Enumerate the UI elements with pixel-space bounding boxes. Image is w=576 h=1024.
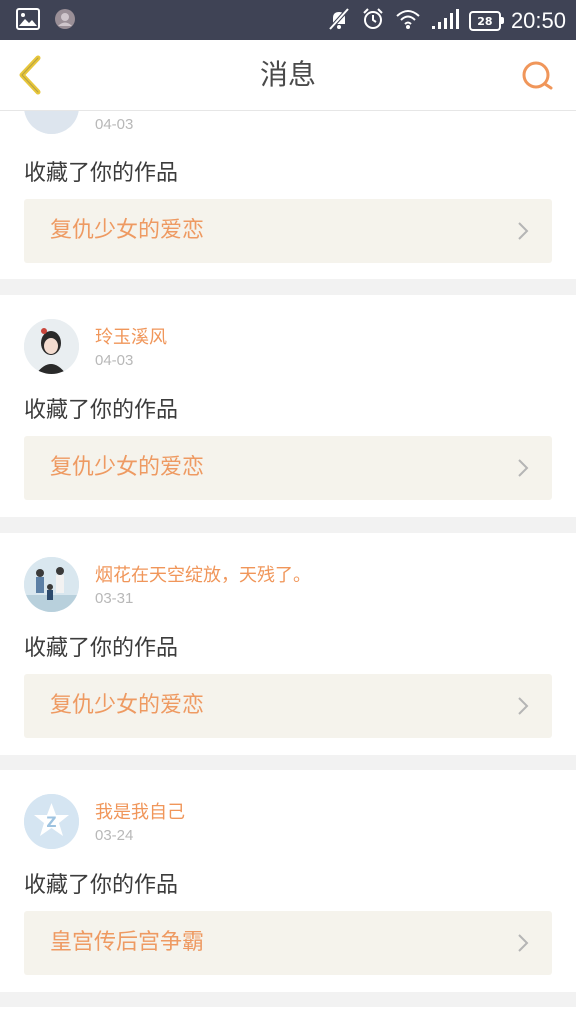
chevron-right-icon <box>518 459 529 477</box>
chevron-right-icon <box>518 697 529 715</box>
username[interactable]: 玲玉溪风 <box>95 323 167 349</box>
message-card: 烟花在天空绽放，天残了。 03-31 收藏了你的作品 复仇少女的爱恋 <box>0 533 576 755</box>
work-link[interactable]: 复仇少女的爱恋 <box>24 674 552 738</box>
search-button[interactable] <box>518 57 558 97</box>
action-text: 收藏了你的作品 <box>24 636 179 661</box>
avatar[interactable] <box>24 111 79 134</box>
svg-text:Z: Z <box>46 815 56 831</box>
work-link[interactable]: 复仇少女的爱恋 <box>24 436 552 500</box>
message-card: 玲玉溪风 04-03 收藏了你的作品 复仇少女的爱恋 <box>0 295 576 517</box>
work-title: 复仇少女的爱恋 <box>50 455 205 480</box>
avatar[interactable]: Z <box>24 794 79 849</box>
action-text: 收藏了你的作品 <box>24 873 179 898</box>
action-text: 收藏了你的作品 <box>24 398 179 423</box>
notification-avatar-icon <box>54 8 76 34</box>
username[interactable]: 我是我自己 <box>95 798 185 824</box>
battery-icon: 28 <box>468 11 504 31</box>
message-date: 03-31 <box>95 590 134 607</box>
work-title: 复仇少女的爱恋 <box>50 693 205 718</box>
avatar[interactable] <box>24 557 79 612</box>
work-link[interactable]: 复仇少女的爱恋 <box>24 199 552 263</box>
status-bar-right: 28 20:50 <box>327 7 566 35</box>
search-icon <box>522 61 553 90</box>
gallery-icon <box>16 8 40 34</box>
work-title: 皇宫传后宫争霸 <box>50 930 205 955</box>
message-card: Z 我是我自己 03-24 收藏了你的作品 皇宫传后宫争霸 <box>0 770 576 992</box>
chevron-right-icon <box>518 222 529 240</box>
wifi-icon <box>395 8 421 34</box>
back-button[interactable] <box>12 54 52 96</box>
back-arrow-icon <box>19 55 41 95</box>
signal-icon <box>431 8 459 34</box>
header-bar: 消息 <box>0 40 576 111</box>
default-avatar-icon: Z <box>24 794 79 849</box>
status-time: 20:50 <box>510 8 566 33</box>
message-date: 04-03 <box>95 116 134 133</box>
work-title: 复仇少女的爱恋 <box>50 218 205 243</box>
default-avatar-icon <box>24 111 79 134</box>
message-card <box>0 1007 576 1024</box>
status-bar: 28 20:50 <box>0 0 576 40</box>
action-text: 收藏了你的作品 <box>24 161 179 186</box>
user-photo-icon <box>24 319 79 374</box>
message-list[interactable]: 04-03 收藏了你的作品 复仇少女的爱恋 玲玉溪风 04-03 收藏了你的作品… <box>0 111 576 1024</box>
page-title: 消息 <box>259 58 316 91</box>
user-photo-icon <box>24 557 79 612</box>
status-bar-left <box>16 8 76 34</box>
alarm-icon <box>361 7 385 35</box>
message-date: 04-03 <box>95 352 134 369</box>
mute-icon <box>327 7 351 35</box>
message-card: 04-03 收藏了你的作品 复仇少女的爱恋 <box>0 111 576 279</box>
avatar[interactable] <box>24 319 79 374</box>
message-date: 03-24 <box>95 827 134 844</box>
chevron-right-icon <box>518 934 529 952</box>
username[interactable]: 烟花在天空绽放，天残了。 <box>95 561 311 587</box>
work-link[interactable]: 皇宫传后宫争霸 <box>24 911 552 975</box>
